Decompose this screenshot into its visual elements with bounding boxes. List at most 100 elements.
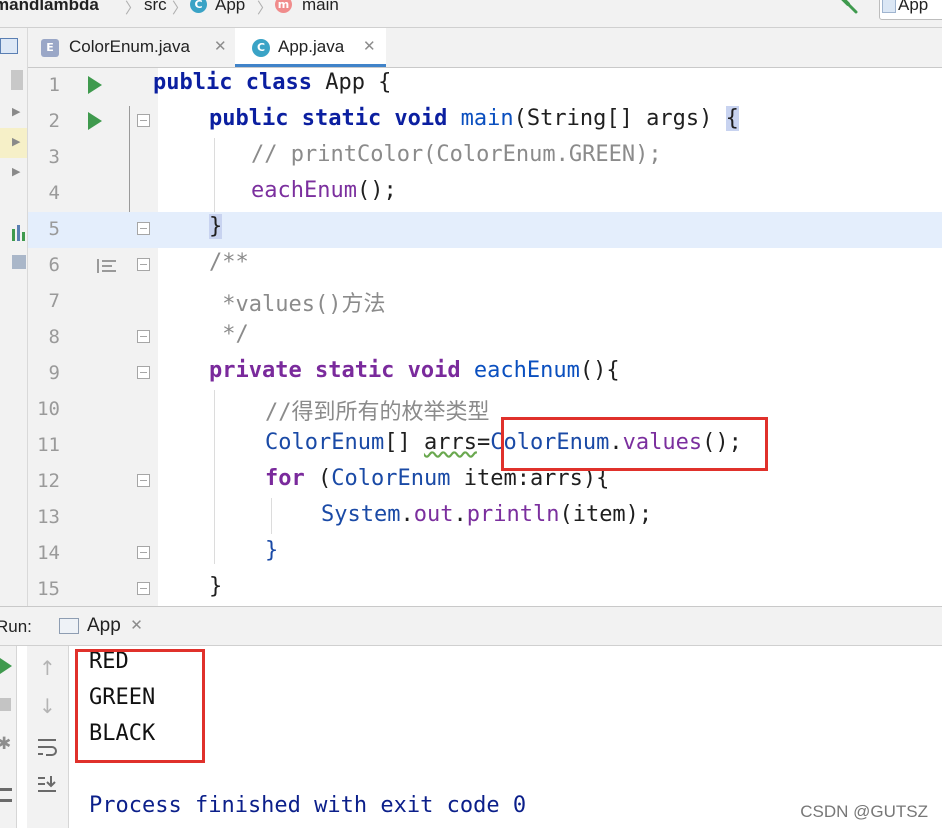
annotation-highlight-box xyxy=(75,649,205,763)
code-line: 6 /** xyxy=(28,248,942,284)
fold-icon[interactable] xyxy=(137,258,150,271)
run-configuration-label: App xyxy=(898,0,929,14)
line-number: 5 xyxy=(48,218,60,240)
line-number: 14 xyxy=(37,542,60,564)
code-line: 9 private static void eachEnum(){ xyxy=(28,356,942,392)
line-number: 2 xyxy=(48,110,60,132)
build-hammer-icon[interactable] xyxy=(836,0,860,18)
bookmark-highlight: ▶ xyxy=(0,128,27,158)
run-arrow-icon[interactable] xyxy=(88,76,102,94)
line-number: 12 xyxy=(37,470,60,492)
console-icon xyxy=(59,618,79,634)
line-number: 1 xyxy=(48,74,60,96)
left-tool-strip: ▶ ▶ ▶ xyxy=(0,28,28,606)
settings-icon[interactable]: ✱ xyxy=(0,734,11,754)
code-editor[interactable]: 1 public class App { 2 public static voi… xyxy=(28,68,942,606)
code-comment: // printColor(ColorEnum.GREEN); xyxy=(251,142,662,167)
code-comment: */ xyxy=(209,322,249,347)
code-line: 4 eachEnum(); xyxy=(28,176,942,212)
run-control-strip: ✱ xyxy=(0,646,17,828)
application-icon xyxy=(882,0,896,13)
layout-icon[interactable] xyxy=(0,788,12,802)
process-exit-message: Process finished with exit code 0 xyxy=(89,793,527,818)
scroll-to-end-icon[interactable] xyxy=(36,774,58,796)
run-panel-header: Run: App ✕ xyxy=(0,606,942,646)
expand-arrow-icon[interactable]: ▶ xyxy=(12,105,24,118)
enum-icon: E xyxy=(41,39,59,57)
tab-colorenum[interactable]: E ColorEnum.java ✕ xyxy=(28,28,234,67)
breadcrumb-src[interactable]: src xyxy=(144,0,167,15)
code-line: 13 System.out.println(item); xyxy=(28,500,942,536)
code-text: System.out.println(item); xyxy=(321,502,653,527)
breadcrumb-module[interactable]: mandlambda xyxy=(0,0,99,15)
editor-tab-bar: E ColorEnum.java ✕ C App.java ✕ xyxy=(28,28,942,68)
annotation-highlight-box xyxy=(501,417,768,471)
rerun-icon[interactable] xyxy=(0,658,12,674)
code-line-current: 5 } xyxy=(28,212,942,248)
fold-icon[interactable] xyxy=(137,222,150,235)
breadcrumb-method[interactable]: main xyxy=(302,0,339,15)
class-icon: C xyxy=(190,0,207,13)
code-text: public static void main(String[] args) { xyxy=(209,106,739,131)
soft-wrap-icon[interactable] xyxy=(36,736,58,758)
fold-icon[interactable] xyxy=(137,582,150,595)
line-number: 15 xyxy=(37,578,60,600)
watermark: CSDN @GUTSZ xyxy=(800,802,928,821)
close-icon[interactable]: ✕ xyxy=(363,37,376,55)
code-line: 2 public static void main(String[] args)… xyxy=(28,104,942,140)
line-number: 6 xyxy=(48,254,60,276)
run-arrow-icon[interactable] xyxy=(88,112,102,130)
line-number: 7 xyxy=(48,290,60,312)
run-configuration-select[interactable]: App xyxy=(879,0,942,20)
line-number: 13 xyxy=(37,506,60,528)
structure-icon[interactable] xyxy=(11,70,23,90)
fold-icon[interactable] xyxy=(137,330,150,343)
code-comment: //得到所有的枚举类型 xyxy=(265,400,490,425)
fold-icon[interactable] xyxy=(137,474,150,487)
statistics-icon[interactable] xyxy=(12,225,26,241)
tab-app[interactable]: C App.java ✕ xyxy=(235,28,386,67)
code-line: 1 public class App { xyxy=(28,68,942,104)
project-view-icon[interactable] xyxy=(0,38,18,54)
tab-label: App.java xyxy=(278,37,345,56)
run-panel-label: Run: xyxy=(0,617,32,636)
breadcrumb-separator: 〉 xyxy=(125,0,141,17)
class-icon: C xyxy=(252,39,270,57)
expand-arrow-icon[interactable]: ▶ xyxy=(12,135,24,148)
breadcrumb-class[interactable]: App xyxy=(215,0,245,15)
code-line: 7 *values()方法 xyxy=(28,284,942,320)
arrow-up-icon[interactable]: ↑ xyxy=(39,656,56,680)
line-number: 4 xyxy=(48,182,60,204)
run-tab-label: App xyxy=(87,615,121,636)
line-number: 3 xyxy=(48,146,60,168)
code-text: } xyxy=(209,214,223,239)
fold-icon[interactable] xyxy=(137,366,150,379)
code-line: 15 } xyxy=(28,572,942,606)
stop-icon[interactable] xyxy=(0,698,11,711)
code-text: } xyxy=(265,538,279,563)
fold-icon[interactable] xyxy=(137,114,150,127)
method-icon: m xyxy=(275,0,292,13)
console-output[interactable]: RED GREEN BLACK Process finished with ex… xyxy=(69,646,942,828)
code-comment: *values()方法 xyxy=(209,292,386,317)
breadcrumb-separator: 〉 xyxy=(172,0,188,17)
run-tab-app[interactable]: App ✕ xyxy=(55,607,145,646)
code-line: 8 */ xyxy=(28,320,942,356)
breadcrumb-separator: 〉 xyxy=(257,0,273,17)
fold-icon[interactable] xyxy=(137,546,150,559)
code-comment: /** xyxy=(209,250,249,275)
line-number: 9 xyxy=(48,362,60,384)
commit-icon[interactable] xyxy=(12,255,26,269)
close-icon[interactable]: ✕ xyxy=(214,37,227,55)
navigation-breadcrumb: mandlambda 〉 src 〉 C App 〉 m main App xyxy=(0,0,942,28)
close-icon[interactable]: ✕ xyxy=(130,607,143,645)
arrow-down-icon[interactable]: ↓ xyxy=(39,694,56,718)
line-number: 10 xyxy=(37,398,60,420)
render-doc-icon[interactable] xyxy=(96,258,118,274)
code-line: 10 //得到所有的枚举类型 xyxy=(28,392,942,428)
code-line: 3 // printColor(ColorEnum.GREEN); xyxy=(28,140,942,176)
line-number: 11 xyxy=(37,434,60,456)
expand-arrow-icon[interactable]: ▶ xyxy=(12,165,24,178)
code-text: } xyxy=(209,574,223,599)
code-text: private static void eachEnum(){ xyxy=(209,358,620,383)
